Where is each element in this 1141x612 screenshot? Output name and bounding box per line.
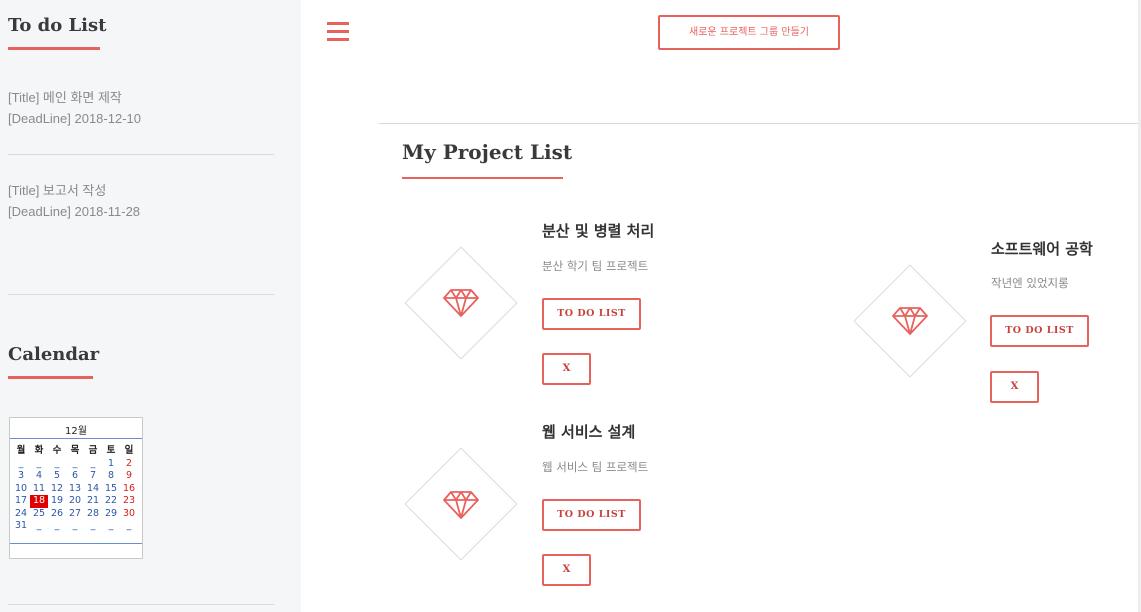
sidebar-divider (8, 604, 274, 605)
header-divider (379, 123, 1141, 124)
calendar-day[interactable]: 9 (120, 470, 138, 483)
calendar-day[interactable]: 20 (66, 495, 84, 508)
calendar-weekday: 목 (70, 445, 80, 456)
project-description: 작년엔 있었지롱 (991, 276, 1069, 290)
project-heading-underline (402, 177, 563, 179)
calendar-day[interactable]: 14 (84, 483, 102, 496)
calendar-day[interactable]: 1 (102, 458, 120, 471)
project-description: 분산 학기 팀 프로젝트 (542, 259, 649, 273)
calendar-empty-day: _ (54, 520, 60, 531)
calendar-empty-day: _ (36, 520, 42, 531)
calendar-empty-day: _ (90, 520, 96, 531)
calendar-empty-day: _ (18, 457, 24, 469)
calendar-day[interactable]: 19 (48, 495, 66, 508)
calendar-empty-day: _ (126, 520, 132, 531)
calendar-empty-day: _ (90, 457, 96, 469)
todo-divider (8, 154, 274, 155)
calendar-day[interactable]: 15 (102, 483, 120, 496)
todo-deadline: [DeadLine] 2018-11-28 (8, 204, 141, 219)
todo-item[interactable]: [Title] 메인 화면 제작 [DeadLine] 2018-12-10 (8, 87, 141, 129)
project-todo-button[interactable]: TO DO LIST (542, 298, 641, 330)
project-list-heading: My Project List (402, 140, 573, 164)
calendar-day[interactable]: 23 (120, 495, 138, 508)
calendar-day[interactable]: 28 (84, 508, 102, 521)
project-description: 웹 서비스 팀 프로젝트 (542, 460, 649, 474)
calendar-weekday: 월 (16, 445, 26, 456)
calendar-day[interactable]: 29 (102, 508, 120, 521)
calendar-day[interactable]: 6 (66, 470, 84, 483)
calendar-day[interactable]: 11 (30, 483, 48, 496)
calendar-divider (10, 438, 142, 439)
calendar-heading: Calendar (8, 344, 100, 365)
calendar-day[interactable]: 4 (30, 470, 48, 483)
project-todo-button[interactable]: TO DO LIST (542, 499, 641, 531)
diamond-gem-icon (892, 307, 928, 335)
calendar-day[interactable]: 3 (12, 470, 30, 483)
calendar-day[interactable]: 8 (102, 470, 120, 483)
calendar-divider (10, 543, 142, 544)
todo-list-heading: To do List (8, 15, 107, 36)
calendar-day[interactable]: 12 (48, 483, 66, 496)
project-delete-button[interactable]: X (542, 353, 591, 385)
calendar-day[interactable]: 27 (66, 508, 84, 521)
calendar-day[interactable]: 26 (48, 508, 66, 521)
calendar-day[interactable]: 5 (48, 470, 66, 483)
todo-item[interactable]: [Title] 보고서 작성 [DeadLine] 2018-11-28 (8, 180, 140, 222)
sidebar: To do List [Title] 메인 화면 제작 [DeadLine] 2… (0, 0, 301, 612)
hamburger-icon[interactable] (327, 21, 349, 43)
calendar-day[interactable]: 24 (12, 508, 30, 521)
new-project-group-button[interactable]: 새로운 프로젝트 그룹 만들기 (658, 15, 840, 50)
todo-divider (8, 294, 274, 295)
calendar-grid: 월 화 수 목 금 토 일 _ _ _ _ _ 1 2 3 4 5 6 7 8 9 10 11 12 13 14 15 16 17 18 1… (12, 445, 140, 533)
calendar-day[interactable]: 2 (120, 458, 138, 471)
diamond-gem-icon (443, 491, 479, 519)
calendar-weekday: 일 (124, 445, 134, 456)
calendar-day[interactable]: 22 (102, 495, 120, 508)
calendar-day[interactable]: 25 (30, 508, 48, 521)
calendar-weekday: 수 (52, 445, 62, 456)
calendar-empty-day: _ (108, 520, 114, 531)
calendar-day[interactable]: 30 (120, 508, 138, 521)
calendar-day[interactable]: 18 (30, 495, 48, 508)
calendar-day[interactable]: 10 (12, 483, 30, 496)
calendar-day[interactable]: 16 (120, 483, 138, 496)
todo-title: [Title] 메인 화면 제작 (8, 90, 122, 105)
calendar-weekday: 토 (106, 445, 116, 456)
calendar-day[interactable]: 7 (84, 470, 102, 483)
project-title: 웹 서비스 설계 (542, 423, 636, 441)
calendar-weekday: 화 (34, 445, 44, 456)
calendar-widget: 12월 월 화 수 목 금 토 일 _ _ _ _ _ 1 2 3 4 5 6 7 8 9 10 11 12 13 14 15 16 1… (9, 417, 143, 559)
calendar-empty-day: _ (72, 520, 78, 531)
diamond-gem-icon (443, 289, 479, 317)
calendar-day[interactable]: 17 (12, 495, 30, 508)
project-delete-button[interactable]: X (542, 554, 591, 586)
calendar-day[interactable]: 21 (84, 495, 102, 508)
calendar-month: 12월 (65, 426, 87, 437)
project-delete-button[interactable]: X (990, 371, 1039, 403)
project-todo-button[interactable]: TO DO LIST (990, 315, 1089, 347)
todo-title: [Title] 보고서 작성 (8, 183, 107, 198)
calendar-empty-day: _ (72, 457, 78, 469)
calendar-empty-day: _ (54, 457, 60, 469)
calendar-empty-day: _ (36, 457, 42, 469)
calendar-day[interactable]: 13 (66, 483, 84, 496)
todo-deadline: [DeadLine] 2018-12-10 (8, 111, 141, 126)
todo-heading-underline (8, 47, 100, 50)
calendar-heading-underline (8, 376, 93, 379)
project-title: 분산 및 병렬 처리 (542, 222, 655, 240)
project-title: 소프트웨어 공학 (991, 240, 1093, 258)
calendar-weekday: 금 (88, 445, 98, 456)
calendar-day[interactable]: 31 (12, 520, 30, 533)
